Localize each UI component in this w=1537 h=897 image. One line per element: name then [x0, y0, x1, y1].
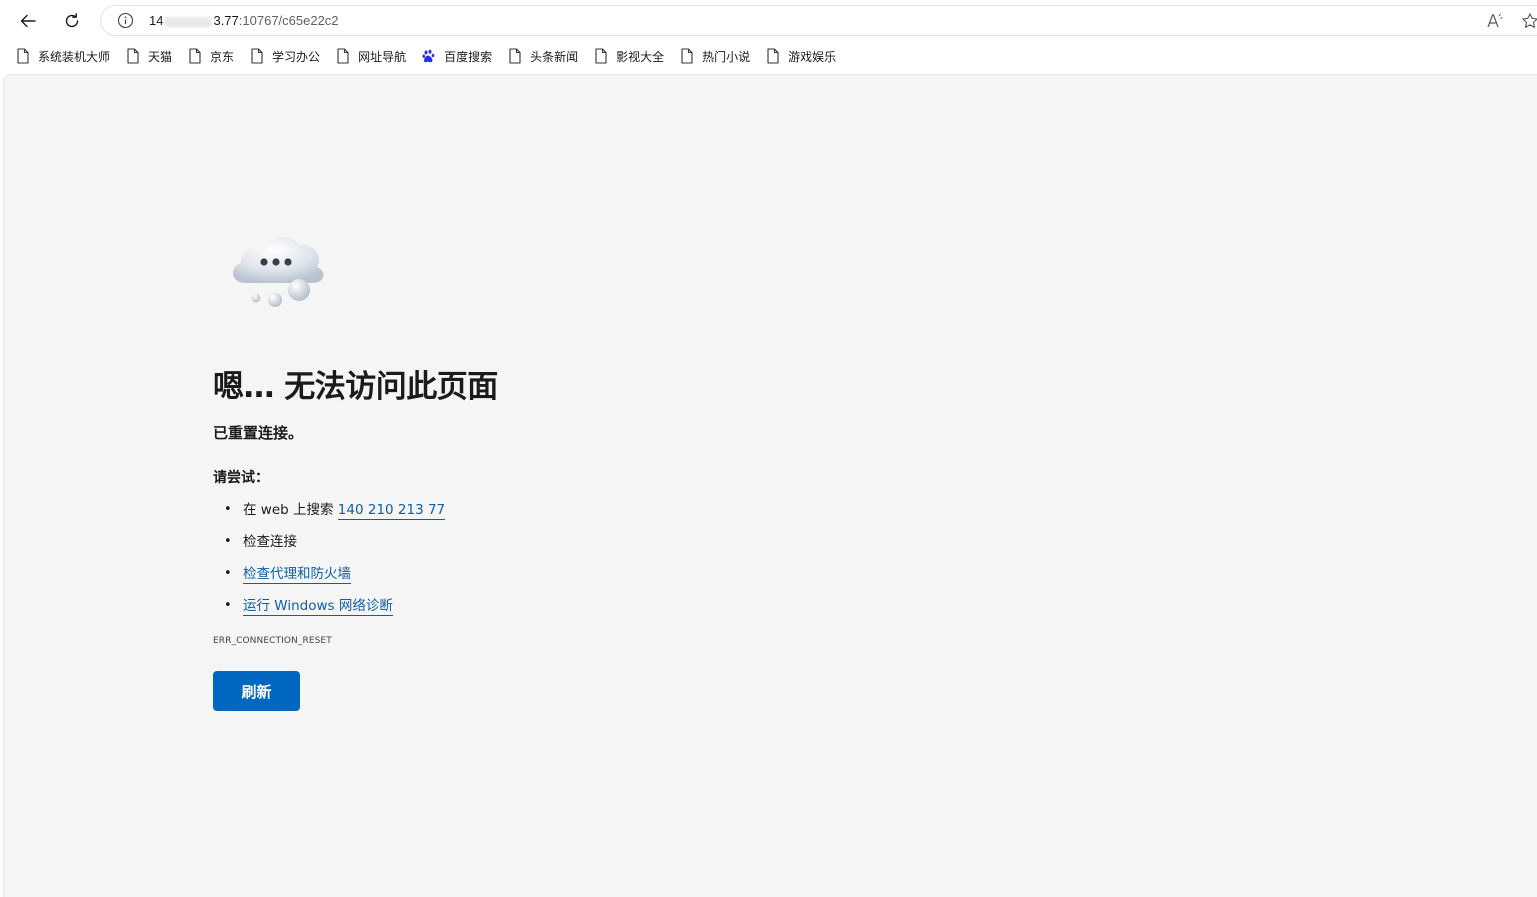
- bookmark-xitong[interactable]: 系统装机大师: [14, 43, 116, 69]
- bullet: •: [224, 598, 232, 613]
- back-arrow-icon: [20, 14, 36, 28]
- bookmark-label: 天猫: [148, 49, 173, 64]
- page-icon: [680, 48, 694, 64]
- bookmark-label: 热门小说: [702, 49, 751, 64]
- address-bar[interactable]: 14 3.77:10767/c65e22c2: [100, 5, 1537, 36]
- error-title: 嗯… 无法访问此页面: [213, 369, 498, 405]
- star-icon[interactable]: [1521, 12, 1537, 30]
- bookmark-jd[interactable]: 京东: [186, 43, 240, 69]
- run-diagnostics-link[interactable]: 运行 Windows 网络诊断: [243, 598, 393, 616]
- page-icon: [126, 48, 140, 64]
- error-subtitle: 已重置连接。: [213, 424, 304, 442]
- try-label: 请尝试：: [213, 470, 269, 486]
- bullet: •: [224, 566, 232, 581]
- bullet: •: [224, 502, 232, 517]
- suggestion-check-proxy: • 检查代理和防火墙: [213, 565, 445, 597]
- refresh-button[interactable]: [57, 6, 87, 36]
- suggestion-check-connection: • 检查连接: [213, 533, 445, 565]
- url-host-start: 14: [149, 13, 164, 28]
- bookmark-video[interactable]: 影视大全: [592, 43, 670, 69]
- bullet: •: [224, 534, 232, 549]
- check-connection-text: 检查连接: [243, 534, 297, 550]
- page-content: 嗯… 无法访问此页面 已重置连接。 请尝试： • 在 web 上搜索 140 21…: [3, 74, 1537, 897]
- bookmark-label: 网址导航: [358, 49, 407, 64]
- info-icon[interactable]: [117, 12, 134, 29]
- url-host-end: 3.77: [213, 13, 239, 28]
- url-path: :10767/c65e22c2: [238, 13, 339, 28]
- page-icon: [250, 48, 264, 64]
- refresh-icon: [65, 13, 79, 28]
- bookmark-label: 学习办公: [272, 49, 321, 64]
- page-icon: [188, 48, 202, 64]
- back-button[interactable]: [13, 6, 43, 36]
- bookmarks-bar: 系统装机大师 天猫 京东 学习办公 网址导航 百度搜索 头条新闻 影视大全 热门: [0, 40, 1537, 72]
- search-web-link[interactable]: 140 210 213 77: [337, 502, 446, 520]
- bookmark-baidu[interactable]: 百度搜索: [420, 43, 498, 69]
- bookmark-news[interactable]: 头条新闻: [506, 43, 584, 69]
- check-proxy-link[interactable]: 检查代理和防火墙: [243, 566, 351, 584]
- bookmark-label: 系统装机大师: [38, 49, 111, 64]
- suggestion-search: • 在 web 上搜索 140 210 213 77: [213, 501, 446, 533]
- suggestion-list: • 在 web 上搜索 140 210 213 77 • 检查连接 • 检查代理和防火…: [213, 501, 446, 629]
- bookmark-label: 京东: [210, 49, 235, 64]
- page-icon: [336, 48, 350, 64]
- page-icon: [508, 48, 522, 64]
- search-prefix: 在 web 上搜索: [243, 502, 338, 518]
- bookmark-games[interactable]: 游戏娱乐: [764, 43, 842, 69]
- page-icon: [16, 48, 30, 64]
- bookmark-novel[interactable]: 热门小说: [678, 43, 756, 69]
- bookmark-nav[interactable]: 网址导航: [334, 43, 412, 69]
- read-aloud-icon[interactable]: [1486, 12, 1504, 30]
- url-redaction: [164, 16, 213, 27]
- page-icon: [594, 48, 608, 64]
- cloud-thinking-icon: [233, 237, 324, 307]
- refresh-page-button[interactable]: 刷新: [213, 671, 300, 711]
- browser-toolbar: 14 3.77:10767/c65e22c2: [0, 0, 1537, 40]
- bookmark-study[interactable]: 学习办公: [248, 43, 326, 69]
- page-icon: [766, 48, 780, 64]
- bookmark-tmall[interactable]: 天猫: [124, 43, 178, 69]
- url-text[interactable]: 14 3.77:10767/c65e22c2: [149, 13, 339, 28]
- bookmark-label: 百度搜索: [444, 49, 493, 64]
- error-code: ERR_CONNECTION_RESET: [213, 636, 332, 646]
- baidu-paw-icon: [422, 48, 436, 64]
- suggestion-diagnostics: • 运行 Windows 网络诊断: [213, 597, 445, 629]
- bookmark-label: 影视大全: [616, 49, 665, 64]
- bookmark-label: 游戏娱乐: [788, 49, 837, 64]
- bookmark-label: 头条新闻: [530, 49, 579, 64]
